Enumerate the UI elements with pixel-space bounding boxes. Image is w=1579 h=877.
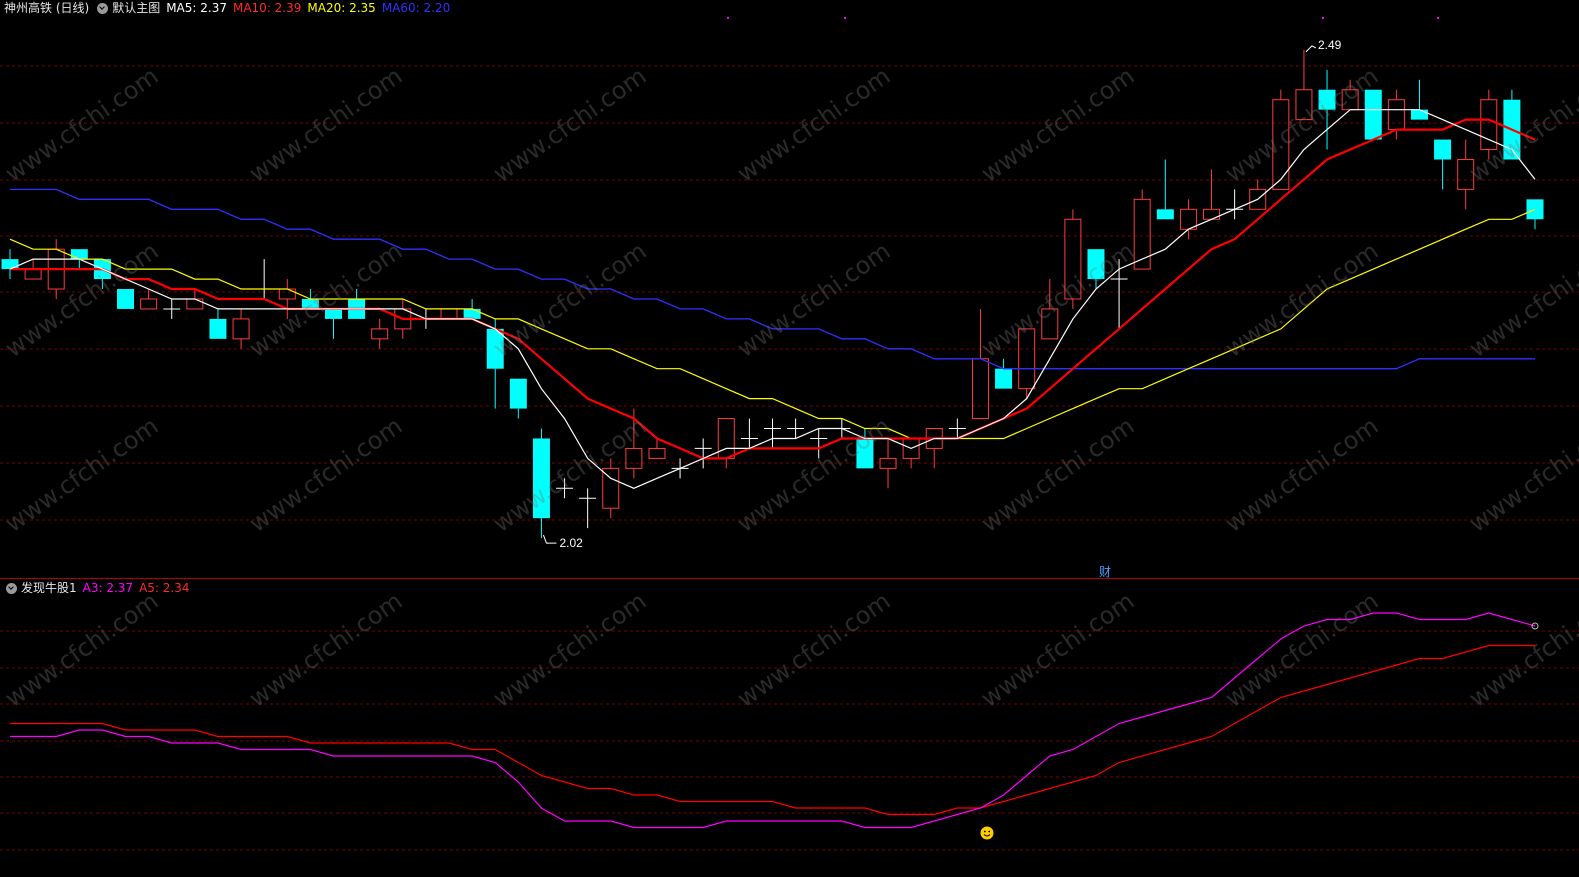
candle-body-up (24, 268, 42, 280)
candle-body-up (602, 467, 620, 509)
low-price-label: 2.02 (559, 536, 583, 550)
top-marker (1322, 17, 1324, 19)
candle-body-up (1387, 99, 1405, 131)
candle-body-down (486, 328, 504, 369)
candle-body-down (1087, 249, 1105, 280)
candle-body-up (140, 298, 158, 310)
smiley-eye (988, 830, 991, 833)
candle-body-up (1341, 89, 1359, 111)
stock-name-label: 神州高铁 (日线) (4, 1, 90, 15)
ma20-line (9, 208, 1536, 440)
candle-body-down (995, 368, 1013, 389)
template-dropdown-icon[interactable] (97, 2, 109, 14)
top-marker (844, 17, 846, 19)
smiley-eye (983, 830, 986, 833)
ma60-line (10, 188, 1535, 370)
top-marker (727, 17, 729, 19)
candle-body-up (1041, 308, 1059, 340)
candle-body-up (648, 447, 666, 459)
candle-body-down (509, 378, 527, 409)
candle-body-up (1064, 218, 1082, 300)
candle-body-down (117, 289, 135, 309)
candle-body-up (440, 308, 458, 320)
candle-body-down (463, 308, 481, 319)
low-pointer (542, 534, 557, 544)
chart-canvas: 2.49 2.02 财 (0, 17, 1579, 851)
indicator-header: 发现牛股1 A3: 2.37 A5: 2.34 (4, 580, 195, 596)
main-chart-header: 神州高铁 (日线) 默认主图 MA5: 2.37 MA10: 2.39 MA20… (4, 0, 456, 16)
candle-body-up (625, 447, 643, 469)
candle-body-down (1156, 209, 1174, 220)
ma5-label: MA5: 2.37 (166, 1, 227, 15)
candle-body-up (278, 288, 296, 300)
ma60-label: MA60: 2.20 (381, 1, 451, 15)
a5-line (10, 644, 1535, 816)
candle-body-up (186, 298, 204, 310)
candle-body-up (1295, 89, 1313, 121)
candle-body-up (971, 358, 989, 420)
ma10-line (10, 118, 1536, 460)
candle-body-up (1018, 328, 1036, 390)
a3-label: A3: 2.37 (82, 581, 134, 595)
indicator-dropdown-icon[interactable] (6, 582, 17, 594)
a3-line (10, 612, 1536, 829)
candle-body-down (324, 308, 342, 319)
candle-body-down (1318, 89, 1336, 110)
candle-body-up (371, 328, 389, 340)
candle-body-down (1410, 109, 1428, 120)
finance-marker: 财 (1099, 565, 1111, 579)
candle-body-up (1203, 208, 1221, 220)
candle-body-down (1364, 89, 1382, 140)
candle-body-down (856, 438, 874, 469)
smiley-icon (980, 826, 994, 840)
candle-body-up (1272, 99, 1290, 190)
candle-body-down (301, 298, 319, 309)
high-price-label: 2.49 (1318, 38, 1342, 52)
ma20-label: MA20: 2.35 (307, 1, 376, 15)
candle-body-up (232, 318, 250, 340)
candle-body-down (1, 259, 19, 270)
candle-body-down (209, 318, 227, 339)
candle-body-down (1434, 139, 1452, 160)
candle-body-down (70, 249, 88, 260)
indicator-name-label[interactable]: 发现牛股1 (21, 580, 77, 596)
top-marker (1437, 17, 1439, 19)
candle-body-down (532, 438, 550, 519)
high-pointer (1305, 45, 1317, 53)
template-label[interactable]: 默认主图 (112, 0, 160, 16)
candle-body-up (1457, 158, 1475, 190)
a5-label: A5: 2.34 (139, 581, 190, 595)
candle-body-up (717, 418, 735, 459)
ma10-label: MA10: 2.39 (232, 1, 302, 15)
